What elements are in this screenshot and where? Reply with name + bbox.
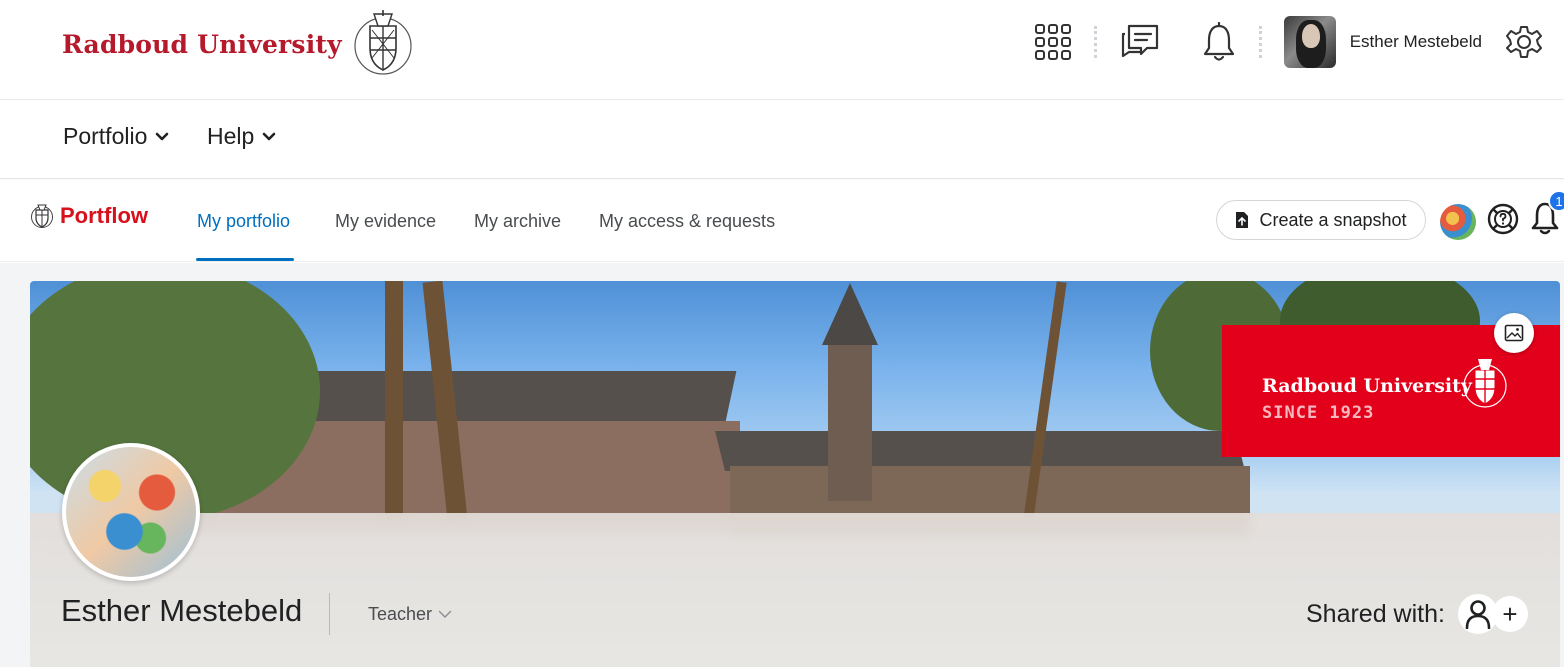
tower-spire [822, 283, 878, 345]
banner-logo-since: SINCE 1923 [1262, 403, 1375, 423]
portflow-toolbar: Portflow My portfolio My evidence My arc… [0, 180, 1564, 262]
banner-logo-name: Radboud University [1262, 375, 1472, 397]
change-banner-button[interactable] [1494, 313, 1534, 353]
university-seal-icon [1463, 359, 1507, 408]
notification-badge: 1 [1548, 190, 1564, 212]
portflow-logo[interactable]: Portflow [30, 202, 148, 230]
image-icon [1504, 324, 1524, 342]
create-snapshot-label: Create a snapshot [1259, 209, 1407, 230]
tab-my-archive[interactable]: My archive [474, 211, 561, 232]
plus-icon: + [1492, 596, 1528, 632]
university-header: Radboud University Esther Mestebeld [0, 0, 1564, 100]
profile-avatar[interactable] [62, 443, 200, 581]
university-seal-icon [354, 10, 412, 75]
nav-portfolio[interactable]: Portfolio [63, 123, 169, 150]
nav-help[interactable]: Help [207, 123, 276, 150]
chat-icon[interactable] [1119, 22, 1161, 62]
active-tab-indicator [196, 258, 294, 261]
divider [329, 593, 330, 635]
chevron-down-icon [438, 610, 452, 618]
role-dropdown[interactable]: Teacher [368, 604, 452, 625]
help-lifebuoy-icon[interactable] [1486, 202, 1520, 241]
apps-grid-icon[interactable] [1034, 23, 1072, 61]
tab-my-evidence[interactable]: My evidence [335, 211, 436, 232]
divider [1258, 26, 1262, 58]
banner-overlay [30, 513, 1560, 667]
tree-trunk [385, 281, 403, 521]
gear-icon[interactable] [1504, 22, 1544, 62]
share-add-person-button[interactable]: + [1458, 594, 1530, 634]
bell-icon[interactable] [1201, 22, 1237, 62]
chevron-down-icon [156, 132, 169, 140]
divider [1093, 26, 1097, 58]
user-avatar[interactable] [1283, 16, 1336, 68]
nav-portfolio-label: Portfolio [63, 123, 148, 149]
portflow-seal-icon [31, 204, 53, 228]
university-logo[interactable]: Radboud University [62, 8, 416, 80]
file-upload-icon [1236, 212, 1249, 228]
portfolio-banner: Radboud University SINCE 1923 Esther Mes… [30, 281, 1560, 667]
portflow-user-avatar[interactable] [1440, 204, 1476, 240]
portflow-notifications[interactable]: 1 [1530, 190, 1564, 241]
profile-name: Esther Mestebeld [61, 593, 303, 628]
roof [715, 431, 1245, 471]
role-label: Teacher [368, 604, 433, 624]
chevron-down-icon [263, 132, 276, 140]
tab-my-portfolio[interactable]: My portfolio [197, 211, 290, 232]
main-navigation: Portfolio Help [0, 101, 1564, 179]
shared-with-label: Shared with: [1306, 600, 1445, 628]
portflow-logo-text: Portflow [60, 203, 148, 228]
church-tower [828, 341, 872, 501]
user-name[interactable]: Esther Mestebeld [1350, 32, 1482, 52]
create-snapshot-button[interactable]: Create a snapshot [1216, 200, 1426, 240]
brand-name: Radboud University [62, 29, 342, 59]
nav-help-label: Help [207, 123, 255, 149]
tab-my-access-requests[interactable]: My access & requests [599, 211, 775, 232]
